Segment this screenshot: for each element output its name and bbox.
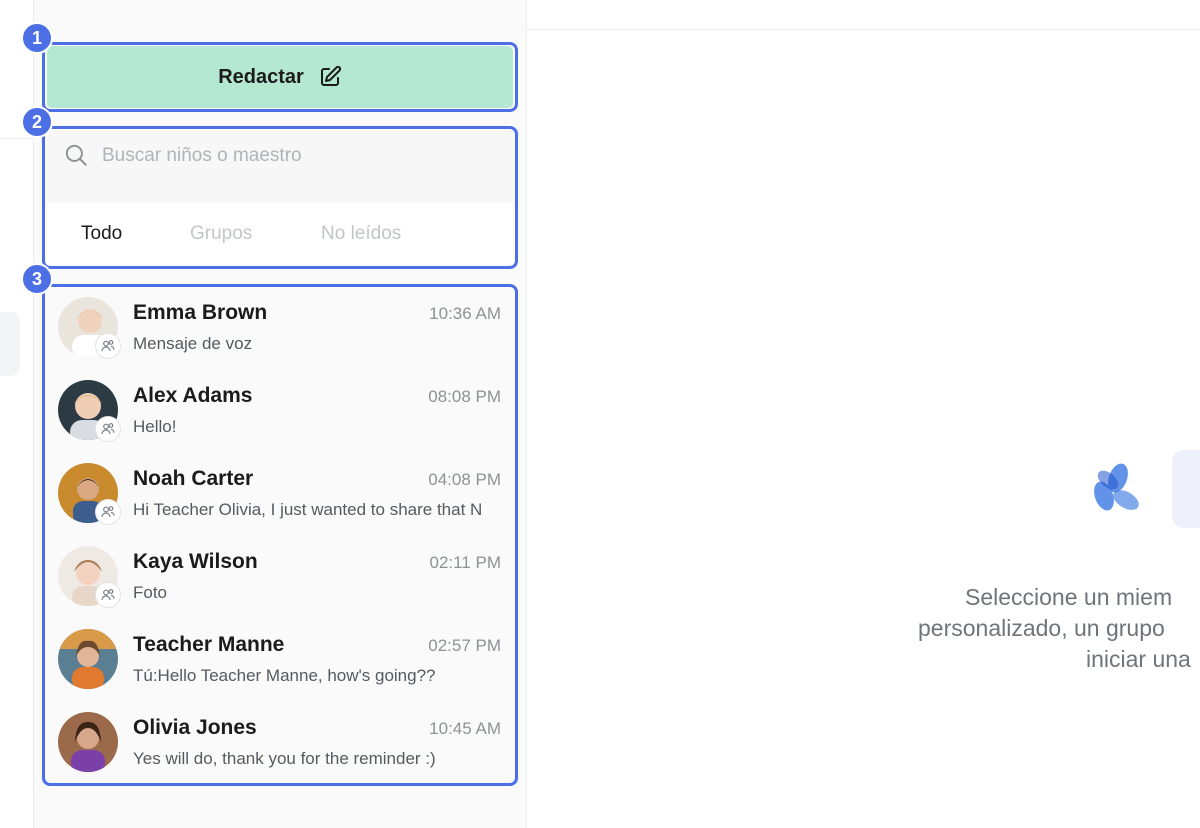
callout-box-list xyxy=(42,284,518,786)
callout-badge-1: 1 xyxy=(21,22,53,54)
app-logo-icon xyxy=(1088,462,1144,520)
callout-box-search-tabs xyxy=(42,126,518,269)
callout-badge-3: 3 xyxy=(21,263,53,295)
top-bar xyxy=(527,0,1200,30)
chevron-right-icon[interactable]: › xyxy=(0,78,1,101)
empty-state-line-3: iniciar una xyxy=(1086,646,1191,672)
callout-badge-2: 2 xyxy=(21,106,53,138)
callout-box-compose xyxy=(42,42,518,112)
nav-item-partial[interactable] xyxy=(0,312,20,376)
empty-state-line-2: personalizado, un grupo xyxy=(918,615,1165,641)
illustration-card xyxy=(1172,450,1200,528)
divider xyxy=(0,138,34,139)
empty-state-line-1: Seleccione un miem xyxy=(965,584,1173,610)
